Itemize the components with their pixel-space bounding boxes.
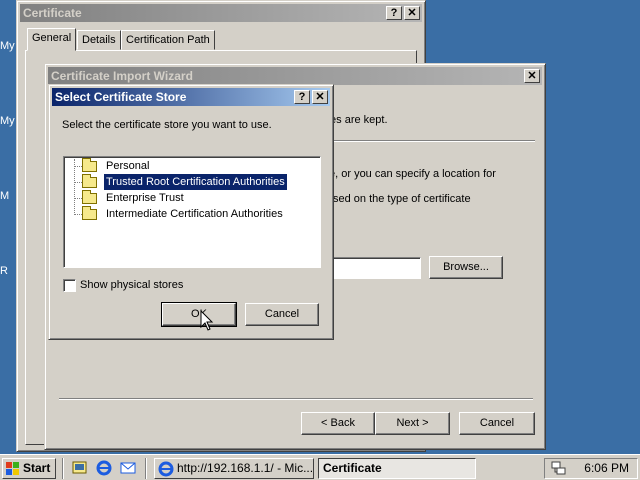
tree-line xyxy=(74,182,82,183)
task-certificate[interactable]: Certificate xyxy=(318,458,476,479)
browse-button[interactable]: Browse... xyxy=(429,256,503,279)
network-icon[interactable] xyxy=(551,461,567,476)
tab-certification-path[interactable]: Certification Path xyxy=(121,30,215,50)
wizard-titlebar[interactable]: Certificate Import Wizard ✕ xyxy=(48,67,542,85)
wizard-text-line: e, or you can specify a location for xyxy=(329,168,496,180)
desktop-icon-label[interactable]: My xyxy=(0,40,15,52)
taskbar-divider xyxy=(145,458,147,479)
select-store-dialog: Select Certificate Store ? ✕ Select the … xyxy=(48,84,334,340)
show-physical-label[interactable]: Show physical stores xyxy=(80,279,183,291)
system-tray: 6:06 PM xyxy=(544,458,638,479)
show-physical-checkbox[interactable] xyxy=(63,279,76,292)
folder-icon xyxy=(82,206,97,220)
tab-details[interactable]: Details xyxy=(77,30,121,50)
tree-line xyxy=(74,159,75,215)
tree-line xyxy=(74,166,82,167)
show-desktop-icon[interactable] xyxy=(72,460,88,476)
store-name-field[interactable] xyxy=(327,257,421,279)
close-button[interactable]: ✕ xyxy=(312,90,328,104)
store-tree[interactable]: Personal Trusted Root Certification Auth… xyxy=(63,156,321,268)
clock[interactable]: 6:06 PM xyxy=(584,461,629,475)
desktop-icon-label[interactable]: R xyxy=(0,265,8,277)
close-button[interactable]: ✕ xyxy=(404,6,420,20)
ok-button[interactable]: OK xyxy=(161,302,237,327)
mouse-cursor-icon xyxy=(200,310,214,331)
desktop-icon-label[interactable]: M xyxy=(0,190,9,202)
wizard-separator xyxy=(325,140,535,142)
task-label: http://192.168.1.1/ - Mic... xyxy=(177,461,314,475)
internet-explorer-icon[interactable] xyxy=(96,460,112,476)
store-item-label: Intermediate Certification Authorities xyxy=(106,208,283,220)
start-label: Start xyxy=(23,461,51,475)
close-button[interactable]: ✕ xyxy=(524,69,540,83)
folder-icon xyxy=(82,190,97,204)
folder-icon xyxy=(82,158,97,172)
back-button[interactable]: < Back xyxy=(301,412,375,435)
dialog-title: Select Certificate Store xyxy=(55,90,187,104)
windows-logo-icon xyxy=(6,462,19,475)
tab-general[interactable]: General xyxy=(27,28,77,51)
certificate-title: Certificate xyxy=(23,6,82,20)
cancel-button[interactable]: Cancel xyxy=(459,412,535,435)
tree-line xyxy=(74,214,82,215)
dialog-titlebar[interactable]: Select Certificate Store ? ✕ xyxy=(52,88,330,106)
desktop-icon-label[interactable]: My xyxy=(0,115,15,127)
wizard-text-line: sed on the type of certificate xyxy=(333,193,471,205)
outlook-express-icon[interactable] xyxy=(120,460,136,476)
store-item-label: Enterprise Trust xyxy=(106,192,184,204)
folder-icon xyxy=(82,174,97,188)
next-button[interactable]: Next > xyxy=(375,412,450,435)
store-item-label: Personal xyxy=(106,160,150,172)
taskbar-divider xyxy=(62,458,64,479)
instruction-text: Select the certificate store you want to… xyxy=(62,119,272,131)
cancel-button[interactable]: Cancel xyxy=(245,303,319,326)
start-button[interactable]: Start xyxy=(2,458,56,479)
store-item-label: Trusted Root Certification Authorities xyxy=(103,173,288,191)
wizard-text-line: tes are kept. xyxy=(327,114,388,126)
wizard-title: Certificate Import Wizard xyxy=(51,69,193,83)
help-button[interactable]: ? xyxy=(386,6,402,20)
certificate-titlebar[interactable]: Certificate ? ✕ xyxy=(20,4,422,22)
internet-explorer-icon xyxy=(158,461,174,477)
task-label: Certificate xyxy=(323,461,382,475)
help-button[interactable]: ? xyxy=(294,90,310,104)
wizard-footer-separator xyxy=(59,398,533,400)
taskbar: Start http://192.168.1.1/ - Mic... Certi… xyxy=(0,454,640,480)
tree-line xyxy=(74,198,82,199)
task-browser[interactable]: http://192.168.1.1/ - Mic... xyxy=(154,458,314,479)
